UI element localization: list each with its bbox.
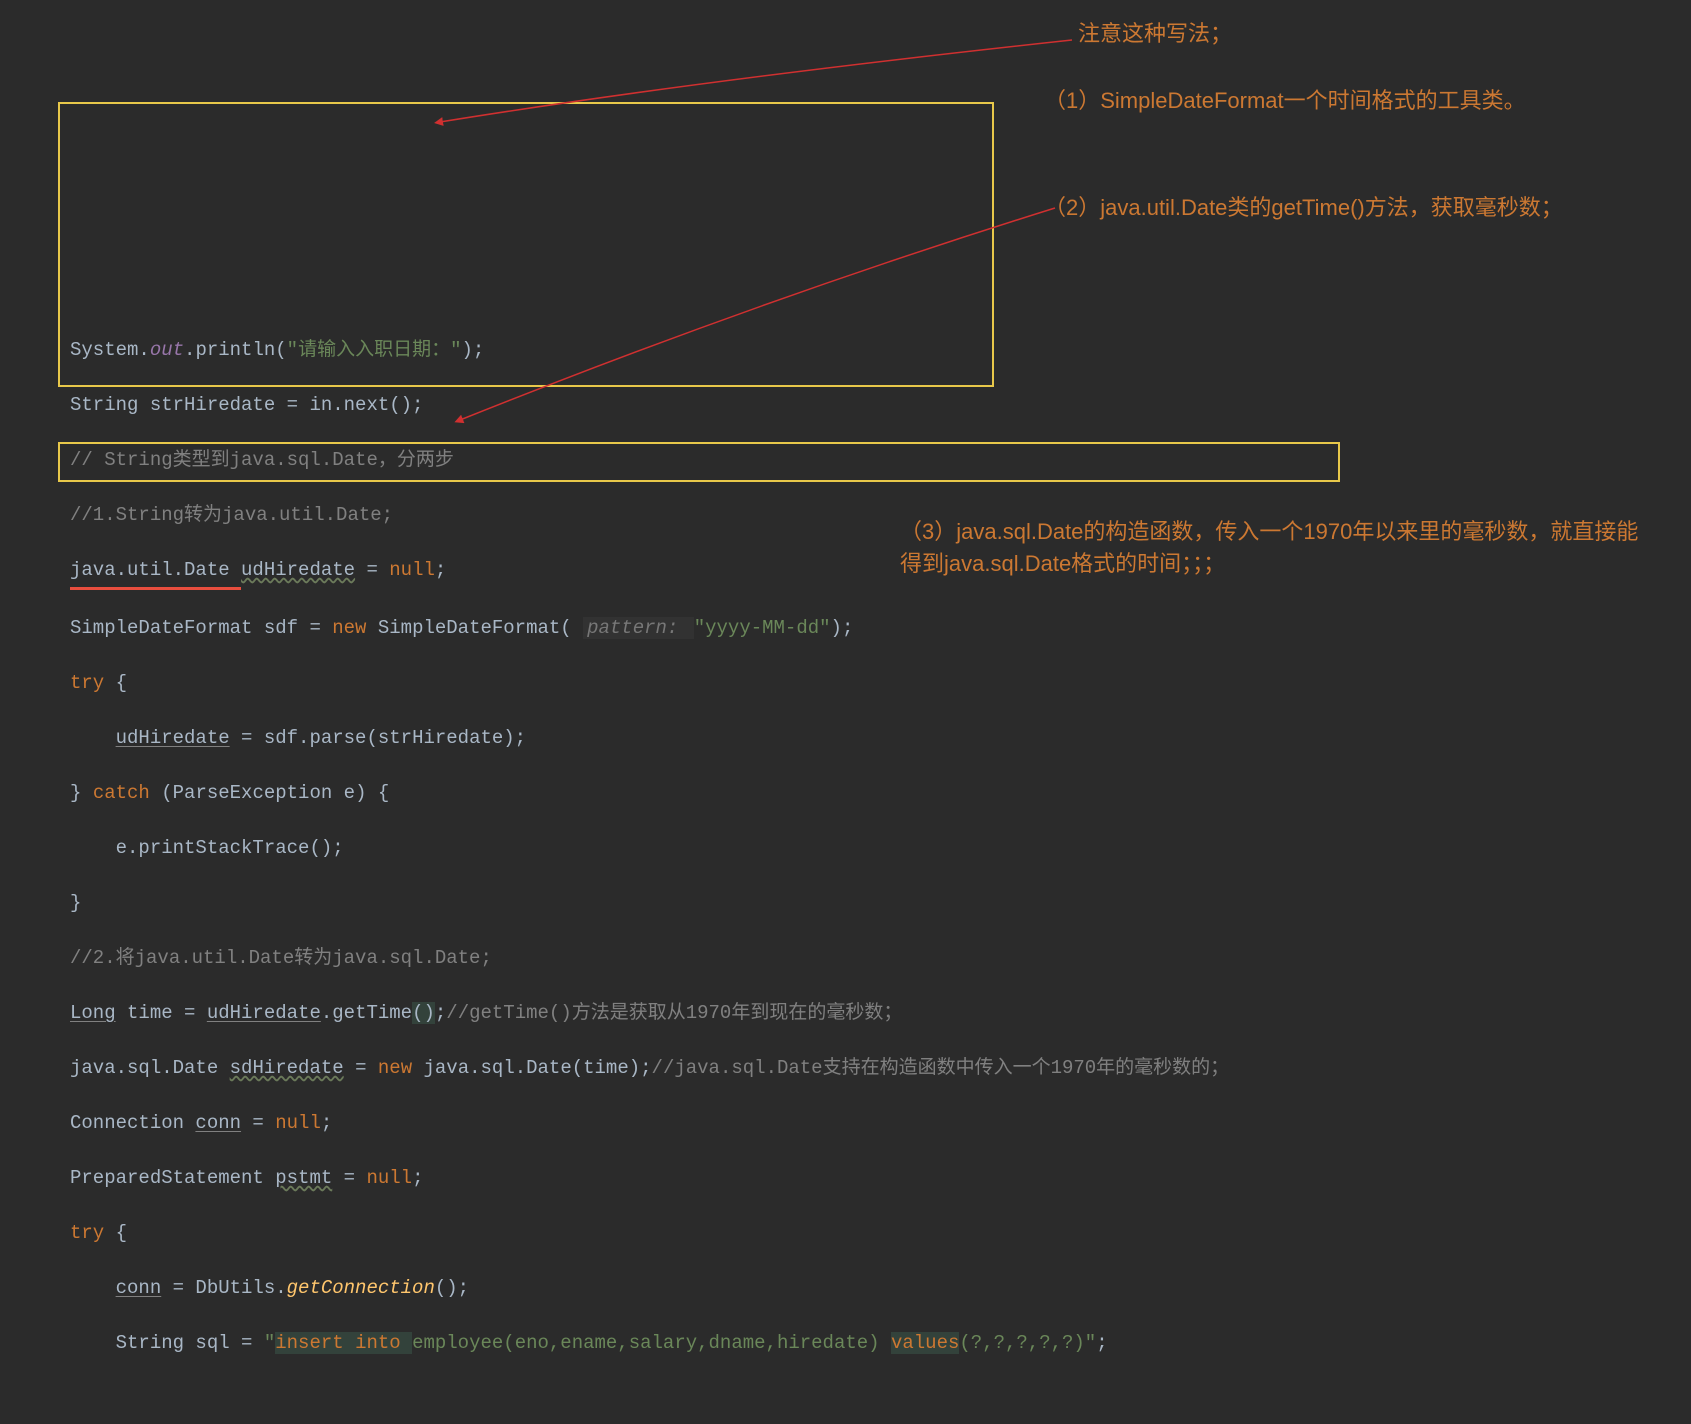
annotation-3: （3）java.sql.Date的构造函数，传入一个1970年以来里的毫秒数，就…	[900, 516, 1660, 580]
code-line: Long time = udHiredate.getTime();//getTi…	[0, 997, 1691, 1030]
annotation-1: （1）SimpleDateFormat一个时间格式的工具类。	[1044, 85, 1664, 117]
code-line: conn = DbUtils.getConnection();	[0, 1272, 1691, 1305]
code-line: try {	[0, 667, 1691, 700]
code-line: }	[0, 887, 1691, 920]
code-line: PreparedStatement pstmt = null;	[0, 1162, 1691, 1195]
code-line: String strHiredate = in.next();	[0, 389, 1691, 422]
code-line: try {	[0, 1217, 1691, 1250]
code-line: SimpleDateFormat sdf = new SimpleDateFor…	[0, 612, 1691, 645]
code-line: } catch (ParseException e) {	[0, 777, 1691, 810]
code-line: // String类型到java.sql.Date，分两步	[0, 444, 1691, 477]
annotation-2: （2）java.util.Date类的getTime()方法，获取毫秒数；	[1044, 192, 1664, 224]
code-line: Connection conn = null;	[0, 1107, 1691, 1140]
code-line: java.sql.Date sdHiredate = new java.sql.…	[0, 1052, 1691, 1085]
annotation-0: 注意这种写法；	[1078, 18, 1232, 50]
code-line: System.out.println("请输入入职日期：");	[0, 334, 1691, 367]
code-line: String sql = "insert into employee(eno,e…	[0, 1327, 1691, 1360]
code-block: System.out.println("请输入入职日期："); String s…	[0, 312, 1691, 1382]
code-line: e.printStackTrace();	[0, 832, 1691, 865]
code-line: //2.将java.util.Date转为java.sql.Date;	[0, 942, 1691, 975]
code-line: udHiredate = sdf.parse(strHiredate);	[0, 722, 1691, 755]
